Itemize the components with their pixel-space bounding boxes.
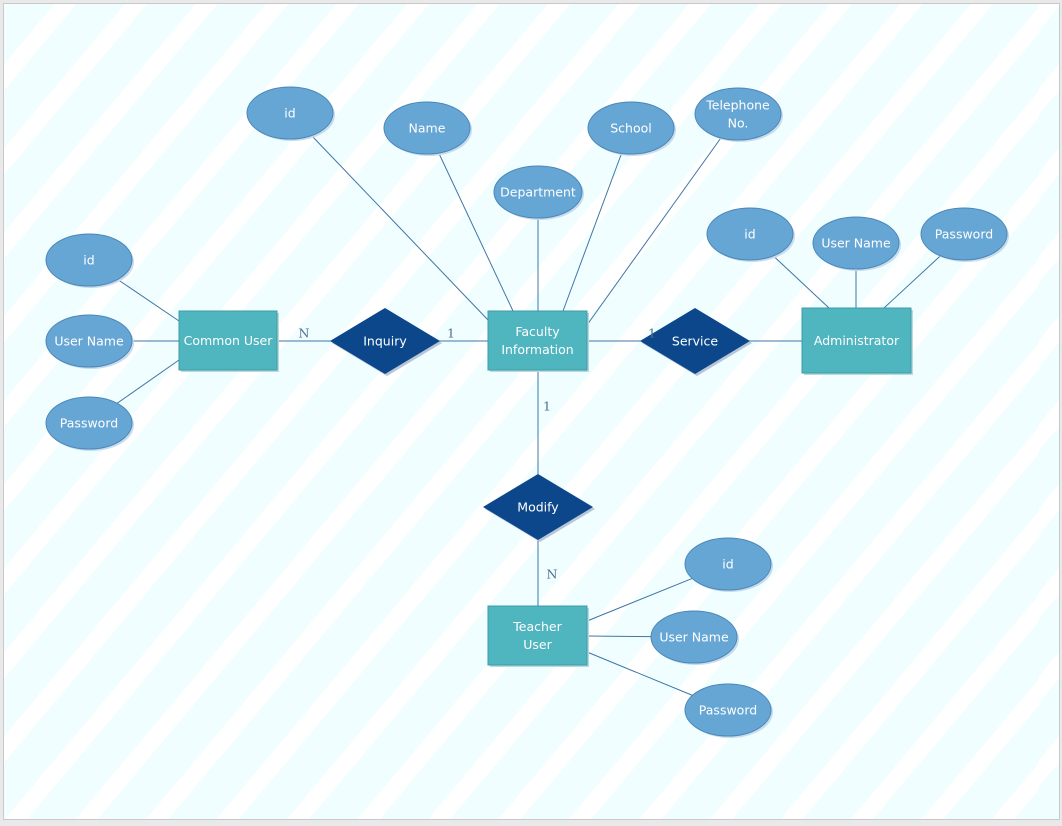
attribute-fi-department[interactable]: Department bbox=[493, 165, 584, 220]
entity-administrator[interactable]: Administrator bbox=[801, 307, 913, 375]
attribute-connector-fi-telephone bbox=[586, 137, 722, 326]
attribute-cu-password[interactable]: Password bbox=[45, 396, 134, 451]
entity-box bbox=[487, 605, 588, 666]
entity-teacher-user[interactable]: Teacher User bbox=[487, 605, 589, 667]
relationship-service[interactable]: Service bbox=[640, 308, 752, 376]
attribute-tu-id[interactable]: id bbox=[684, 537, 773, 592]
attribute-fi-telephone[interactable]: Telephone No. bbox=[694, 87, 783, 142]
er-diagram: Common User Faculty Information Administrat… bbox=[45, 86, 1009, 738]
attribute-connector-cu-id bbox=[117, 278, 180, 322]
attribute-tu-username[interactable]: User Name bbox=[650, 610, 739, 665]
attribute-label: Department bbox=[500, 185, 576, 200]
relationship-label: Inquiry bbox=[363, 334, 407, 349]
entity-common-user[interactable]: Common User bbox=[178, 310, 279, 372]
relationship-modify[interactable]: Modify bbox=[483, 474, 595, 542]
attribute-connector-fi-id bbox=[311, 135, 489, 321]
diagram-canvas: Common User Faculty Information Administrat… bbox=[3, 3, 1060, 820]
attribute-label: No. bbox=[728, 116, 749, 131]
attribute-label: User Name bbox=[821, 236, 891, 251]
attribute-connector-ad-id bbox=[772, 255, 830, 309]
attribute-label: Telephone bbox=[705, 98, 770, 113]
attribute-label: Name bbox=[409, 121, 446, 136]
attribute-fi-school[interactable]: School bbox=[587, 101, 676, 156]
entity-label: User bbox=[523, 637, 552, 652]
attribute-connector-cu-password bbox=[116, 359, 180, 404]
attribute-ad-username[interactable]: User Name bbox=[812, 216, 901, 271]
attribute-fi-name[interactable]: Name bbox=[383, 101, 472, 156]
attribute-ad-id[interactable]: id bbox=[706, 207, 795, 262]
attribute-label: Password bbox=[935, 227, 993, 242]
entity-label: Administrator bbox=[814, 333, 900, 348]
cardinality-modify-to: N bbox=[547, 567, 558, 582]
attribute-fi-id[interactable]: id bbox=[246, 86, 335, 141]
cardinality-inquiry-to: 1 bbox=[447, 326, 455, 341]
attribute-label: id bbox=[744, 227, 755, 242]
entity-label: Faculty bbox=[515, 324, 560, 339]
entity-faculty-information[interactable]: Faculty Information bbox=[487, 310, 589, 372]
entity-label: Teacher bbox=[512, 619, 562, 634]
cardinality-inquiry-from: N bbox=[299, 326, 310, 341]
attribute-label: id bbox=[722, 557, 733, 572]
attribute-ellipse bbox=[694, 87, 782, 141]
shapes: Common User Faculty Information Administrat… bbox=[45, 86, 1009, 738]
attribute-tu-password[interactable]: Password bbox=[684, 683, 773, 738]
attribute-label: User Name bbox=[659, 630, 729, 645]
relationship-label: Service bbox=[672, 334, 719, 349]
attribute-ad-password[interactable]: Password bbox=[920, 207, 1009, 262]
attribute-cu-username[interactable]: User Name bbox=[45, 314, 134, 369]
attribute-label: Password bbox=[60, 416, 118, 431]
cardinality-labels: N 1 1 1 N bbox=[299, 326, 656, 582]
entity-label: Common User bbox=[184, 333, 274, 348]
cardinality-modify-from: 1 bbox=[543, 399, 551, 414]
attribute-connector-tu-username bbox=[586, 635, 652, 638]
entity-label: Information bbox=[501, 342, 573, 357]
attribute-cu-id[interactable]: id bbox=[45, 233, 134, 288]
entity-box bbox=[487, 310, 588, 371]
cardinality-service-from: 1 bbox=[648, 326, 656, 341]
attribute-label: id bbox=[284, 106, 295, 121]
attribute-connector-ad-password bbox=[883, 255, 941, 309]
attribute-label: School bbox=[610, 121, 652, 136]
relationship-inquiry[interactable]: Inquiry bbox=[330, 308, 442, 376]
attribute-label: Password bbox=[699, 703, 757, 718]
relationship-label: Modify bbox=[517, 500, 559, 515]
attribute-label: id bbox=[83, 253, 94, 268]
attribute-label: User Name bbox=[54, 334, 124, 349]
